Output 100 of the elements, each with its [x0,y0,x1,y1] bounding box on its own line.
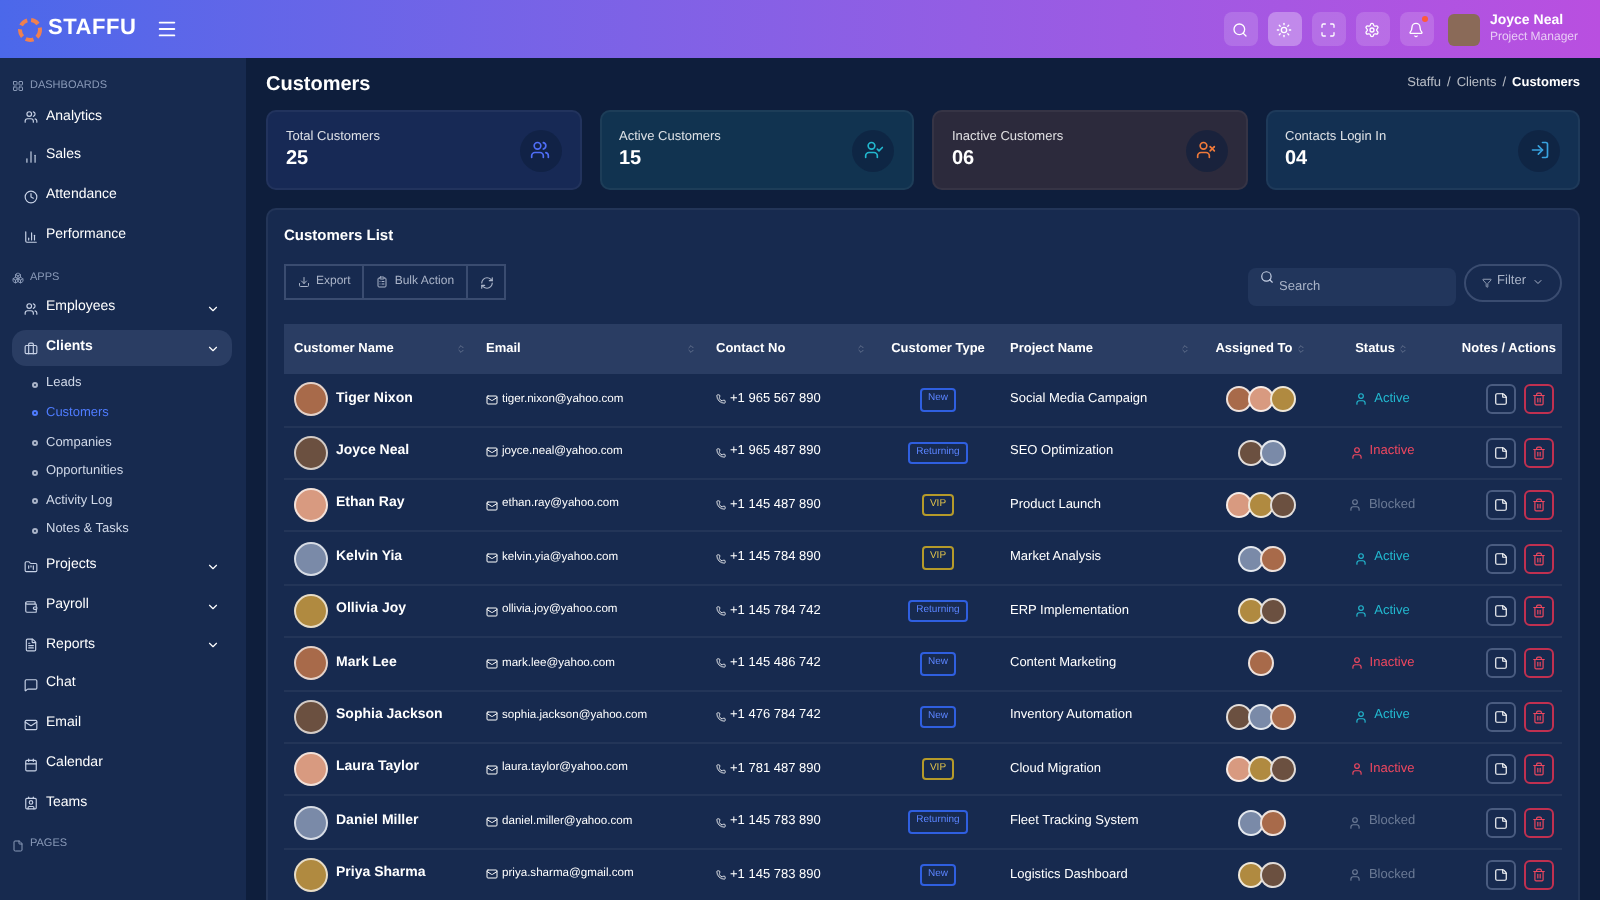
avatar-photo [294,699,328,734]
mail-icon [486,816,498,829]
filter-icon [1481,277,1492,288]
phone-icon [716,606,726,616]
item-icon [24,638,38,653]
notes-button[interactable] [1486,648,1516,679]
item-icon [24,150,38,164]
fullscreen-button[interactable] [1311,12,1346,46]
phone-icon [716,711,726,722]
assignee-avatar [1259,598,1285,624]
sort-icon[interactable] [686,344,696,355]
note-icon [1494,604,1508,618]
assignee-avatar [1270,492,1296,519]
menu-button[interactable] [156,18,179,40]
notes-button[interactable] [1486,596,1516,626]
mail-icon [486,393,498,406]
trash-icon [1532,392,1546,407]
item-icon [24,341,38,356]
sort-icon[interactable] [456,344,466,355]
sort-icon[interactable] [1296,344,1307,355]
notifications-button[interactable] [1399,12,1434,46]
assignee-avatar [1270,703,1296,730]
assignee-avatar [1237,809,1263,836]
mail-icon [486,868,498,881]
avatar-photo [294,435,328,470]
assignee-avatar [1226,492,1252,519]
sun-icon [1276,21,1293,37]
section-icon [12,271,24,284]
item-icon [24,678,38,693]
refresh-button[interactable] [466,264,507,301]
trash-icon [1532,709,1546,724]
note-icon [1494,498,1508,513]
assignee-avatar [1248,492,1274,519]
notes-button[interactable] [1486,437,1516,468]
chevron-icon [206,638,220,653]
note-icon [1494,445,1508,460]
trash-icon [1532,551,1546,566]
logo-text: STAFFU [48,14,137,45]
notes-button[interactable] [1486,754,1516,785]
assignee-avatar [1237,861,1263,888]
bullet-icon [32,410,38,417]
trash-icon [1532,445,1546,460]
sort-icon[interactable] [856,344,866,355]
assignee-avatar [1248,703,1274,730]
avatar-photo [294,382,328,417]
trash-icon [1532,656,1546,671]
note-icon [1494,709,1508,724]
assignee-avatar [1248,756,1274,783]
phone-icon [716,553,726,564]
chevron-icon [206,302,220,316]
assignee-avatar [1270,386,1296,413]
notes-button[interactable] [1486,543,1516,574]
note-icon [1494,815,1508,830]
mail-icon [486,552,498,565]
sort-icon[interactable] [1180,344,1190,355]
assignee-avatar [1259,809,1285,836]
sort-icon[interactable] [1398,344,1409,355]
section-icon [12,80,24,92]
note-icon [1494,392,1508,407]
avatar-photo [294,752,328,787]
item-icon [24,757,38,772]
item-icon [24,796,38,811]
avatar-photo [294,857,328,892]
export-icon [298,276,310,289]
expand-icon [1320,21,1337,37]
phone-icon [716,394,726,405]
mail-icon [486,499,498,512]
phone-icon [716,869,726,880]
notes-button[interactable] [1486,807,1516,838]
trash-icon [1532,815,1546,830]
section-icon [12,839,24,852]
item-icon [24,559,38,574]
item-icon [24,599,38,614]
bullet-icon [32,469,38,476]
notes-button[interactable] [1486,384,1516,415]
stat-value: 06 [952,147,977,172]
note-icon [1494,656,1508,671]
bell-icon [1408,21,1425,37]
notes-button[interactable] [1486,859,1516,890]
assignee-avatar [1270,756,1296,783]
avatar-photo [294,541,328,576]
theme-button[interactable] [1267,12,1302,46]
mail-icon [486,446,498,459]
assignee-avatar [1259,439,1285,466]
settings-button[interactable] [1355,12,1390,46]
phone-icon [716,817,726,828]
assignee-avatar [1259,545,1285,572]
chevron-icon [206,559,220,574]
notes-button[interactable] [1486,490,1516,521]
trash-icon [1532,867,1546,882]
mail-icon [486,763,498,776]
user-icon [1354,604,1369,618]
chevron-icon [206,599,220,614]
item-icon [24,302,38,316]
user-icon [1354,551,1369,566]
trash-icon [1532,762,1546,777]
stat-value: 04 [1285,147,1310,172]
item-icon [24,189,38,204]
search-button[interactable] [1223,12,1258,46]
notes-button[interactable] [1486,701,1516,732]
